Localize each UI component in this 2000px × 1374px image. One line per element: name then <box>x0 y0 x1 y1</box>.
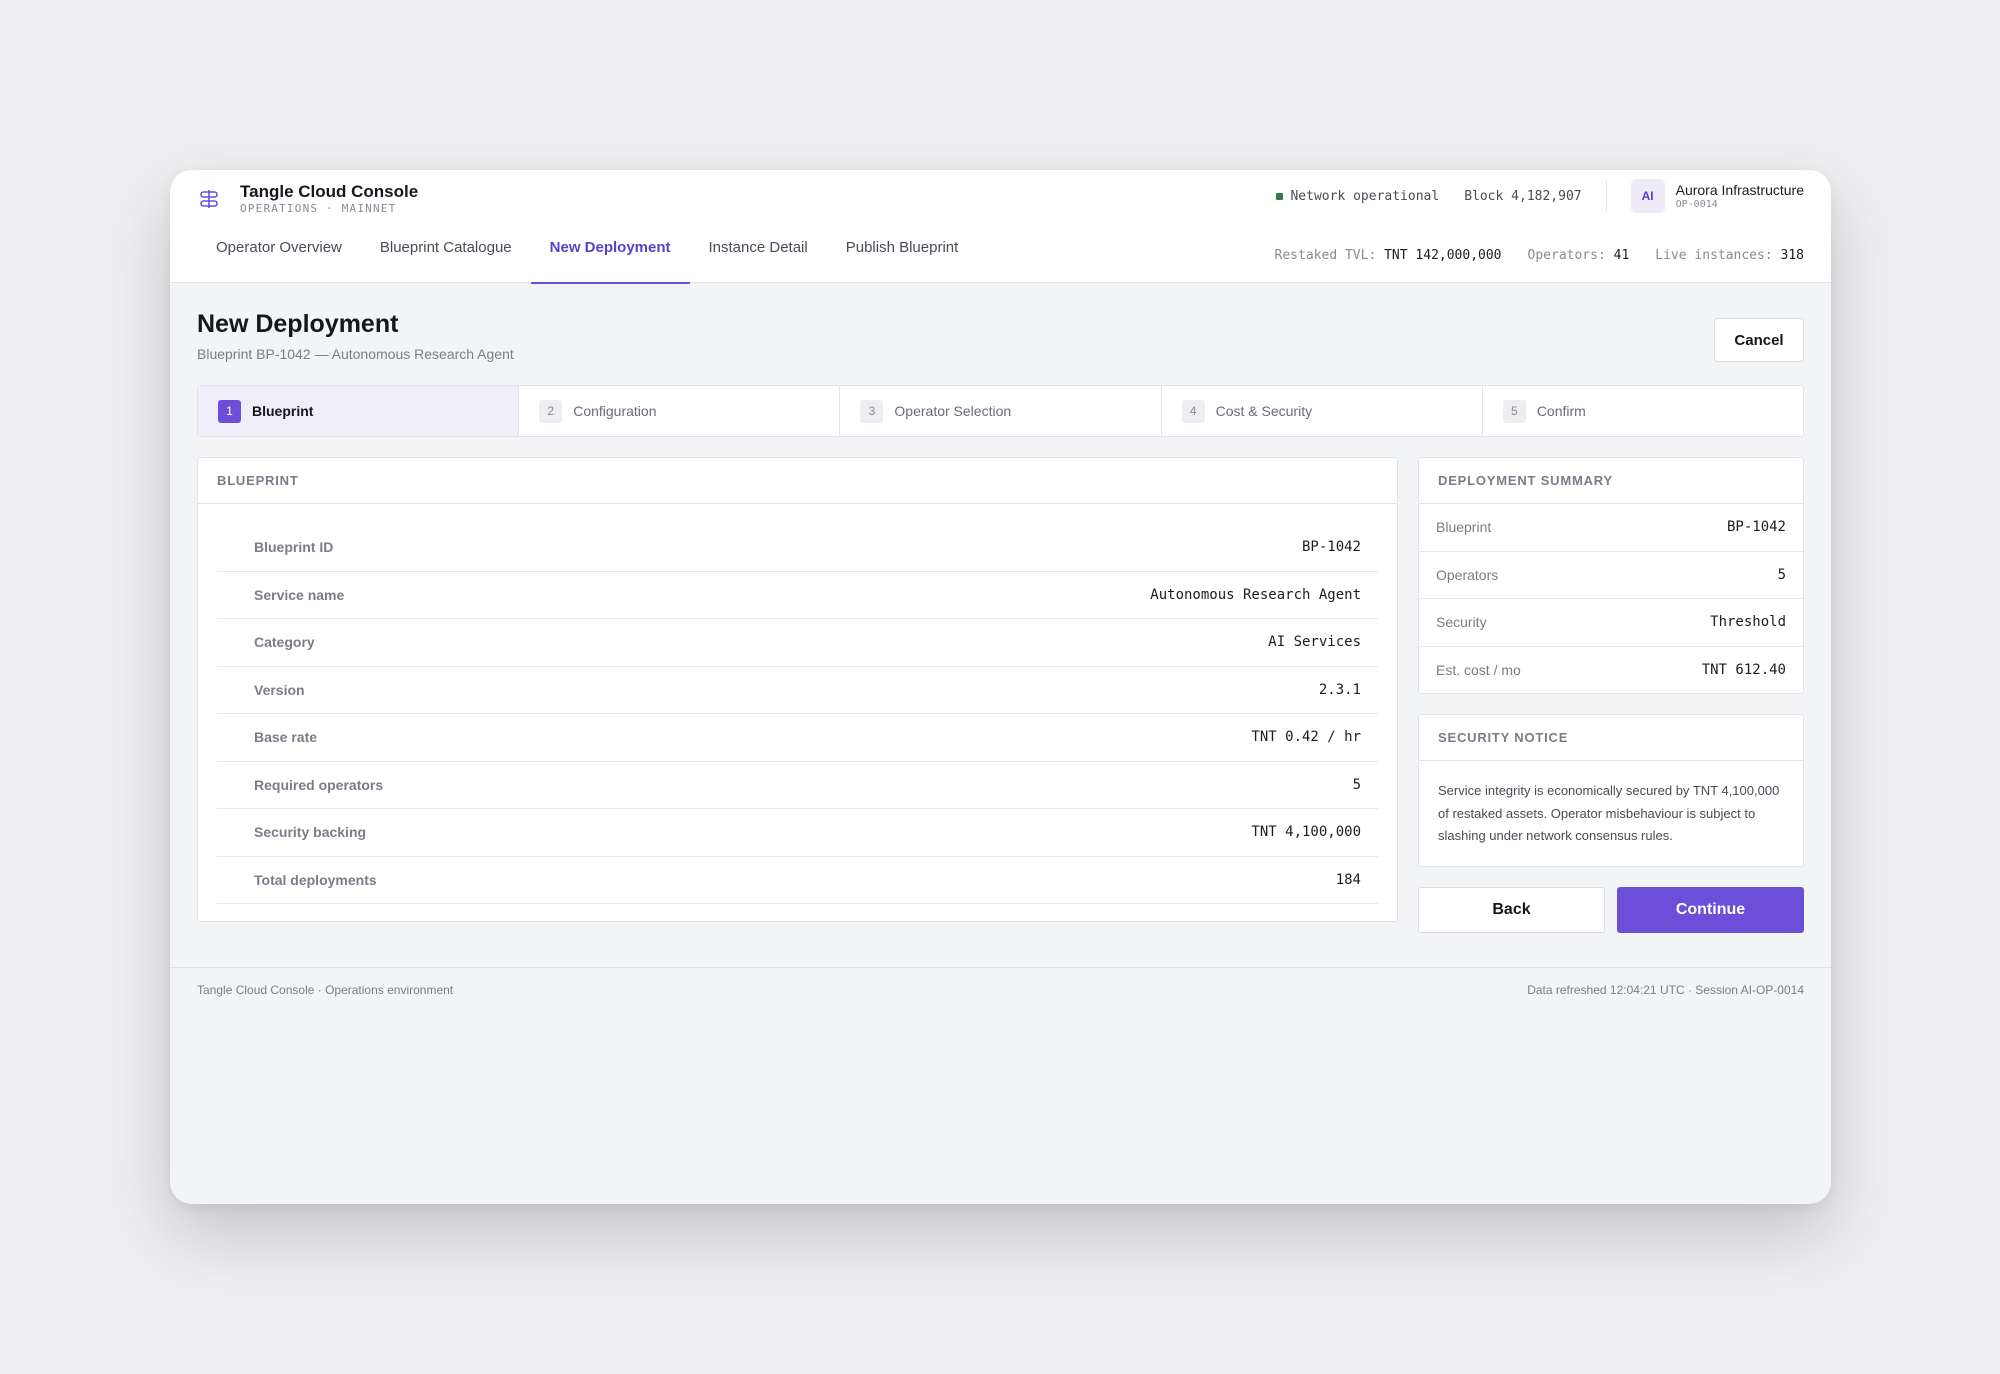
summary-value: TNT 612.40 <box>1701 662 1786 679</box>
summary-key: Security <box>1436 614 1487 631</box>
step-cost-security[interactable]: 4 Cost & Security <box>1162 386 1483 436</box>
summary-row-est-cost: Est. cost / mo TNT 612.40 <box>1419 647 1803 695</box>
step-label: Operator Selection <box>894 403 1012 419</box>
step-number: 3 <box>860 399 884 423</box>
security-notice-card: SECURITY NOTICE Service integrity is eco… <box>1418 714 1804 867</box>
detail-row-base-rate: Base rate TNT 0.42 / hr <box>217 714 1378 762</box>
back-button[interactable]: Back <box>1418 887 1605 933</box>
app-window: Tangle Cloud Console OPERATIONS · MAINNE… <box>170 170 1831 1204</box>
detail-key: Required operators <box>254 776 384 793</box>
summary-key: Est. cost / mo <box>1436 662 1521 679</box>
stat-tvl-value: TNT 142,000,000 <box>1384 248 1502 263</box>
brand[interactable]: Tangle Cloud Console OPERATIONS · MAINNE… <box>198 182 418 216</box>
summary-value: Threshold <box>1710 614 1786 631</box>
step-label: Cost & Security <box>1215 403 1313 419</box>
summary-row-operators: Operators 5 <box>1419 552 1803 599</box>
account-id: OP-0014 <box>1675 198 1718 210</box>
stat-operators-label: Operators: <box>1527 248 1606 263</box>
account-info[interactable]: Aurora Infrastructure OP-0014 <box>1676 182 1804 211</box>
step-number: 1 <box>218 399 241 423</box>
detail-value: TNT 0.42 / hr <box>1251 729 1361 746</box>
step-label: Blueprint <box>252 403 314 419</box>
summary-row-blueprint: Blueprint BP-1042 <box>1419 504 1803 552</box>
blueprint-card: BLUEPRINT Blueprint ID BP-1042 Service n… <box>197 457 1398 922</box>
tab-publish-blueprint[interactable]: Publish Blueprint <box>827 230 978 283</box>
detail-key: Security backing <box>254 824 367 841</box>
stat-tvl-label: Restaked TVL: <box>1274 248 1377 263</box>
page-title: New Deployment <box>197 310 399 338</box>
step-configuration[interactable]: 2 Configuration <box>519 386 841 436</box>
top-header: Tangle Cloud Console OPERATIONS · MAINNE… <box>170 170 1831 284</box>
tab-blueprint-catalogue[interactable]: Blueprint Catalogue <box>361 230 531 283</box>
step-operator-selection[interactable]: 3 Operator Selection <box>840 386 1162 436</box>
step-number: 4 <box>1181 399 1205 423</box>
detail-key: Category <box>254 634 315 651</box>
summary-heading: DEPLOYMENT SUMMARY <box>1419 458 1803 504</box>
avatar[interactable]: AI <box>1630 179 1665 213</box>
detail-row-blueprint-id: Blueprint ID BP-1042 <box>217 524 1378 572</box>
stat-tvl: Restaked TVL: TNT 142,000,000 <box>1275 248 1502 263</box>
status-area: Network operational Block 4,182,907 AI A… <box>1276 178 1804 214</box>
detail-row-service-name: Service name Autonomous Research Agent <box>217 572 1378 619</box>
detail-row-category: Category AI Services <box>217 619 1378 667</box>
main-nav: Operator Overview Blueprint Catalogue Ne… <box>197 230 978 284</box>
network-status-dot <box>1276 192 1284 200</box>
detail-key: Blueprint ID <box>254 539 334 556</box>
summary-value: BP-1042 <box>1726 519 1786 536</box>
summary-key: Blueprint <box>1436 519 1492 536</box>
stat-instances-label: Live instances: <box>1655 248 1773 263</box>
detail-key: Service name <box>254 586 345 603</box>
detail-row-version: Version 2.3.1 <box>217 667 1378 714</box>
layers-logo-icon <box>200 190 218 208</box>
summary-row-security: Security Threshold <box>1419 599 1803 647</box>
step-label: Configuration <box>573 403 657 419</box>
network-stats: Restaked TVL: TNT 142,000,000 Operators:… <box>1249 248 1804 263</box>
detail-value: 5 <box>1352 776 1361 793</box>
stat-instances: Live instances: 318 <box>1655 248 1804 263</box>
detail-value: 184 <box>1335 871 1361 888</box>
detail-value: BP-1042 <box>1301 539 1361 556</box>
app-subtitle: OPERATIONS · MAINNET <box>240 202 397 215</box>
step-confirm[interactable]: 5 Confirm <box>1483 386 1803 436</box>
footer-right: Data refreshed 12:04:21 UTC · Session AI… <box>1527 983 1804 997</box>
summary-value: 5 <box>1777 566 1786 583</box>
deployment-stepper: 1 Blueprint 2 Configuration 3 Operator S… <box>197 385 1804 437</box>
account-name: Aurora Infrastructure <box>1675 181 1804 198</box>
detail-value: TNT 4,100,000 <box>1251 824 1361 841</box>
detail-value: Autonomous Research Agent <box>1150 586 1361 603</box>
page-subtitle: Blueprint BP-1042 — Autonomous Research … <box>197 346 514 362</box>
detail-row-required-operators: Required operators 5 <box>217 762 1378 809</box>
stat-operators-value: 41 <box>1613 248 1630 263</box>
deployment-summary-card: DEPLOYMENT SUMMARY Blueprint BP-1042 Ope… <box>1418 457 1804 694</box>
stat-operators: Operators: 41 <box>1528 248 1630 263</box>
footer-divider <box>170 967 1831 968</box>
step-blueprint[interactable]: 1 Blueprint <box>198 386 520 436</box>
detail-row-total-deployments: Total deployments 184 <box>217 857 1378 904</box>
security-notice-text: Service integrity is economically secure… <box>1438 783 1780 843</box>
detail-value: 2.3.1 <box>1318 681 1361 698</box>
cancel-button[interactable]: Cancel <box>1714 318 1804 362</box>
detail-row-security-backing: Security backing TNT 4,100,000 <box>217 809 1378 857</box>
network-status: Network operational <box>1290 188 1440 204</box>
detail-key: Version <box>254 681 305 698</box>
continue-button[interactable]: Continue <box>1617 887 1804 933</box>
detail-key: Total deployments <box>254 871 377 888</box>
header-divider <box>1605 181 1607 211</box>
blueprint-details: Blueprint ID BP-1042 Service name Autono… <box>198 504 1397 904</box>
blueprint-card-heading: BLUEPRINT <box>198 458 1397 504</box>
stat-instances-value: 318 <box>1780 248 1804 263</box>
detail-key: Base rate <box>254 729 318 746</box>
tab-operator-overview[interactable]: Operator Overview <box>197 230 361 283</box>
detail-value: AI Services <box>1268 634 1361 651</box>
step-number: 5 <box>1502 399 1526 423</box>
tab-instance-detail[interactable]: Instance Detail <box>690 230 827 283</box>
block-height: Block 4,182,907 <box>1464 188 1582 204</box>
step-label: Confirm <box>1536 403 1586 419</box>
tab-new-deployment[interactable]: New Deployment <box>530 230 690 284</box>
step-number: 2 <box>539 399 563 423</box>
summary-key: Operators <box>1436 566 1499 583</box>
footer-left: Tangle Cloud Console · Operations enviro… <box>197 983 454 997</box>
security-notice-heading: SECURITY NOTICE <box>1419 715 1803 761</box>
app-title: Tangle Cloud Console <box>240 182 419 201</box>
